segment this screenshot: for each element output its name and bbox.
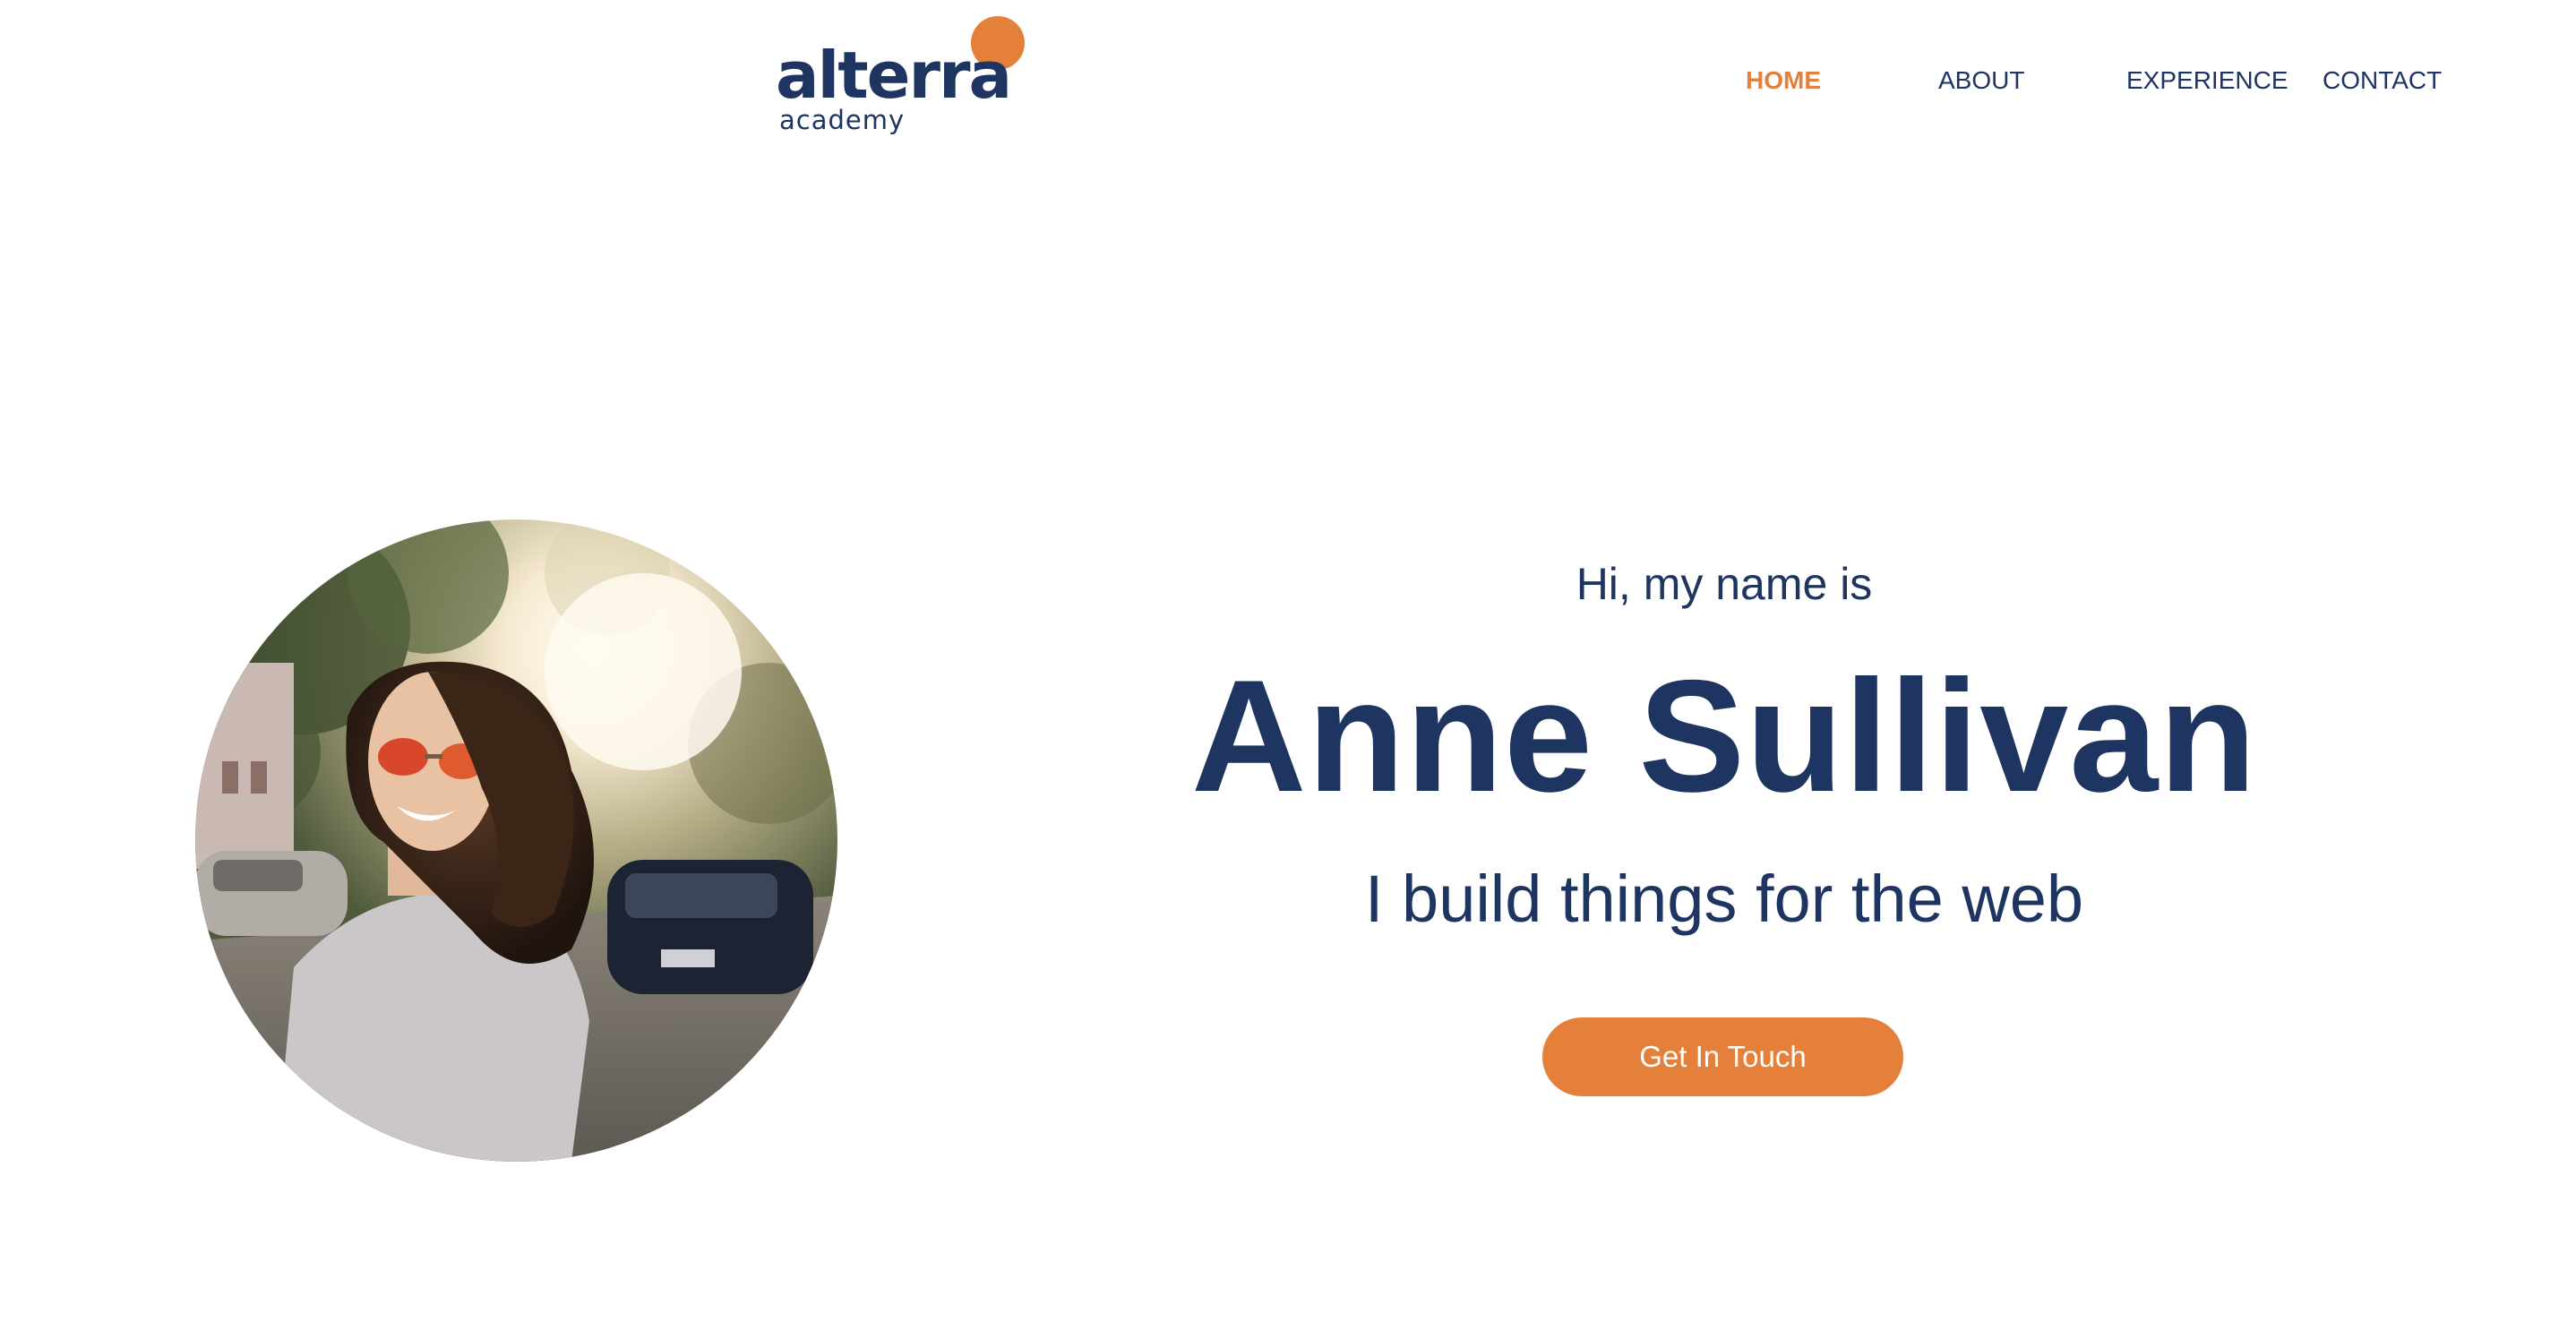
profile-photo bbox=[195, 519, 837, 1162]
nav-link-about[interactable]: ABOUT bbox=[1938, 66, 2024, 95]
get-in-touch-button[interactable]: Get In Touch bbox=[1542, 1017, 1903, 1096]
brand-logo[interactable]: alterra academy bbox=[776, 13, 1044, 147]
hero-tagline: I build things for the web bbox=[1364, 862, 2084, 936]
nav-link-experience[interactable]: EXPERIENCE bbox=[2126, 66, 2288, 95]
hero-greeting: Hi, my name is bbox=[1576, 559, 1873, 609]
hero-name: Anne Sullivan bbox=[1191, 647, 2257, 825]
logo-subtitle: academy bbox=[779, 105, 906, 135]
nav-link-home[interactable]: HOME bbox=[1746, 66, 1821, 95]
nav-link-contact[interactable]: CONTACT bbox=[2323, 66, 2442, 95]
page: alterra academy HOME ABOUT EXPERIENCE CO… bbox=[0, 0, 2576, 1339]
logo-wordmark: alterra bbox=[776, 38, 1012, 113]
